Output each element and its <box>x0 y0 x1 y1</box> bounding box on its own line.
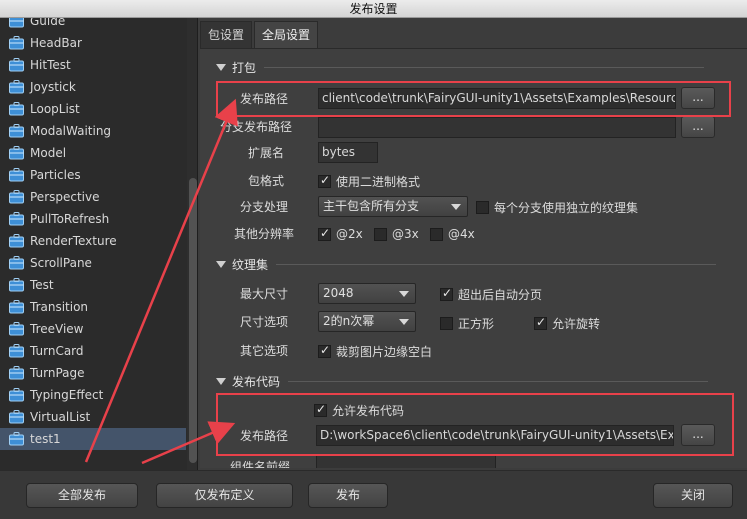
publish-definitions-button[interactable]: 仅发布定义 <box>156 483 293 508</box>
arrow-to-code-path <box>141 421 236 465</box>
annotation-arrows <box>84 98 238 465</box>
publish-all-button[interactable]: 全部发布 <box>26 483 138 508</box>
dialog-footer: 全部发布 仅发布定义 发布 关闭 <box>0 470 747 519</box>
arrow-to-publish-path <box>84 98 238 463</box>
close-button[interactable]: 关闭 <box>653 483 733 508</box>
publish-button[interactable]: 发布 <box>308 483 388 508</box>
